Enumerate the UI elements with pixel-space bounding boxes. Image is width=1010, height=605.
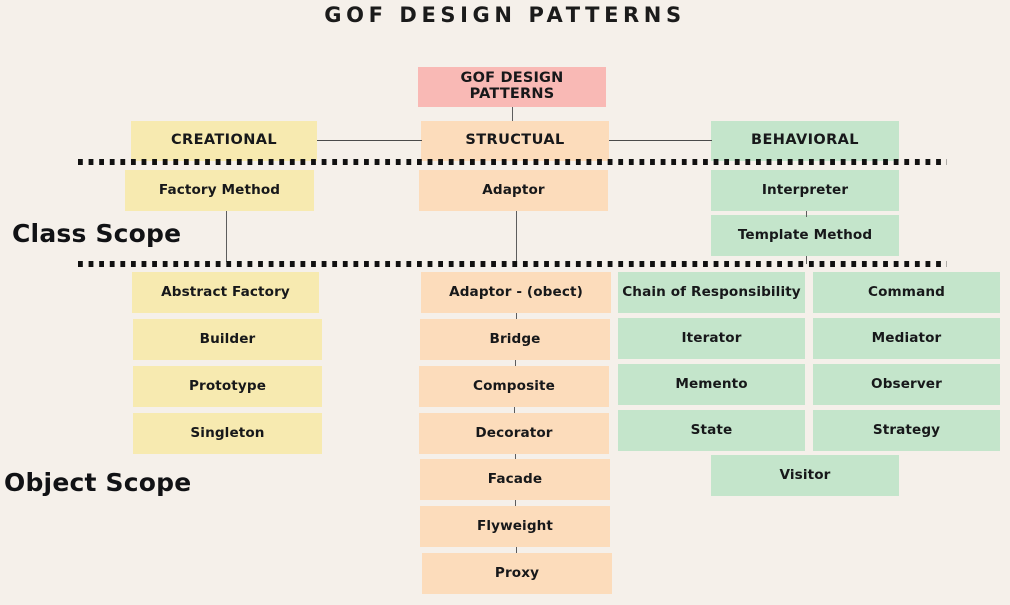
node-abstract-factory: Abstract Factory xyxy=(132,272,319,313)
node-decorator: Decorator xyxy=(419,413,609,454)
connector-creational-structural xyxy=(317,140,422,142)
node-state: State xyxy=(618,410,805,451)
connector-adaptor-bridge xyxy=(516,313,518,319)
label-class-scope: Class Scope xyxy=(12,219,182,248)
node-root: GOF DESIGN PATTERNS xyxy=(418,67,606,107)
node-bridge: Bridge xyxy=(420,319,610,360)
node-composite: Composite xyxy=(419,366,609,407)
connector-flyweight-proxy xyxy=(516,547,518,553)
scope-divider-bottom xyxy=(78,261,947,267)
node-chain-of-responsibility: Chain of Responsibility xyxy=(618,272,805,313)
node-builder: Builder xyxy=(133,319,322,360)
page-title: GOF DESIGN PATTERNS xyxy=(324,3,686,27)
node-adaptor-class: Adaptor xyxy=(419,170,608,211)
node-factory-method: Factory Method xyxy=(125,170,314,211)
scope-divider-top xyxy=(78,159,947,165)
node-memento: Memento xyxy=(618,364,805,405)
node-visitor: Visitor xyxy=(711,455,899,496)
connector-bridge-composite xyxy=(515,360,517,366)
node-facade: Facade xyxy=(420,459,610,500)
connector-facade-flyweight xyxy=(515,500,517,506)
node-header-creational: CREATIONAL xyxy=(131,121,317,161)
node-header-structural: STRUCTUAL xyxy=(421,121,609,161)
node-strategy: Strategy xyxy=(813,410,1000,451)
connector-composite-decorator xyxy=(514,407,516,413)
connector-structural-behavioral xyxy=(609,140,712,142)
connector-behavioral-interpreter-to-template xyxy=(806,211,808,217)
label-object-scope: Object Scope xyxy=(4,468,192,497)
node-adaptor-object: Adaptor - (obect) xyxy=(421,272,611,313)
connector-creational-class-to-object xyxy=(226,211,228,262)
node-singleton: Singleton xyxy=(133,413,322,454)
node-mediator: Mediator xyxy=(813,318,1000,359)
node-header-behavioral: BEHAVIORAL xyxy=(711,121,899,161)
node-iterator: Iterator xyxy=(618,318,805,359)
node-template-method: Template Method xyxy=(711,215,899,256)
diagram-canvas: GOF DESIGN PATTERNS GOF DESIGN PATTERNS … xyxy=(0,0,1010,605)
node-command: Command xyxy=(813,272,1000,313)
node-flyweight: Flyweight xyxy=(420,506,610,547)
node-interpreter: Interpreter xyxy=(711,170,899,211)
node-observer: Observer xyxy=(813,364,1000,405)
node-prototype: Prototype xyxy=(133,366,322,407)
connector-structural-class-to-object xyxy=(516,211,518,262)
node-proxy: Proxy xyxy=(422,553,612,594)
connector-decorator-facade xyxy=(515,454,517,459)
